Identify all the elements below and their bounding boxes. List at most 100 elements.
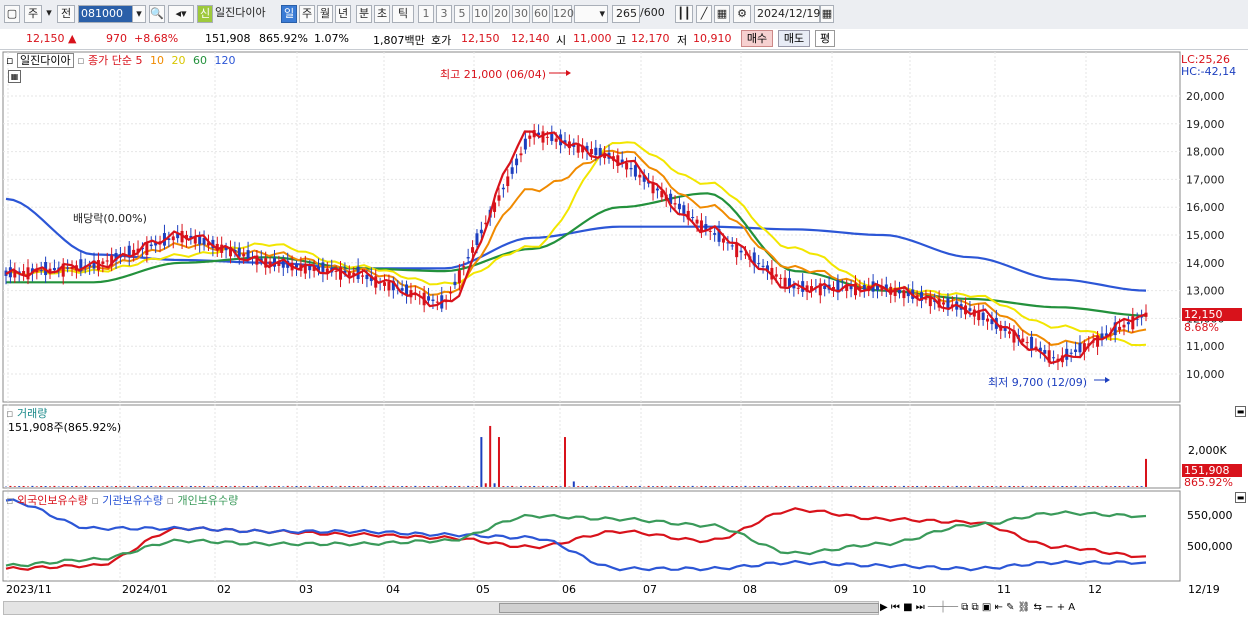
chart-area[interactable]: 20,000 19,000 18,000 17,000 16,000 15,000 14,0… <box>0 50 1248 621</box>
new-badge: 신 <box>197 5 213 23</box>
dropdown-arrow-icon[interactable]: ▾ <box>44 5 54 23</box>
interval-minute-button[interactable]: 분 <box>356 5 372 23</box>
legend-ma5: 5 <box>135 54 143 67</box>
candle-body <box>431 299 435 302</box>
candle-body <box>682 205 686 214</box>
stop-icon[interactable]: ■ <box>903 602 912 613</box>
legend-stock-name[interactable]: 일진다이아 <box>16 53 74 68</box>
zoom-slider[interactable]: ──┼── <box>928 602 958 613</box>
volume-bar <box>405 485 408 487</box>
search-icon[interactable]: 🔍 <box>149 5 165 23</box>
plus-icon[interactable]: + <box>1057 602 1065 613</box>
interval-month-button[interactable]: 월 <box>317 5 333 23</box>
chevron-down-icon[interactable]: ▾ <box>132 5 146 23</box>
close-panel-icon[interactable]: ▬ <box>1235 406 1246 417</box>
draw-line-icon[interactable]: ╱ <box>696 5 712 23</box>
calendar-icon[interactable]: ▦ <box>820 5 834 23</box>
volume-bar <box>489 425 492 487</box>
interval-year-button[interactable]: 년 <box>335 5 351 23</box>
candle-body <box>523 138 527 150</box>
x-label-03: 03 <box>299 583 313 596</box>
scrollbar-thumb[interactable] <box>499 603 879 613</box>
collapse-icon[interactable]: ▫ <box>6 54 13 67</box>
close-panel-icon[interactable]: ▬ <box>1235 492 1246 503</box>
number-button-10[interactable]: 10 <box>472 5 490 23</box>
period-type-select[interactable]: 주 <box>24 5 42 23</box>
x-label-2024-01: 2024/01 <box>122 583 168 596</box>
candle-body <box>471 247 475 253</box>
prev-button[interactable]: 전 <box>57 5 75 23</box>
candle-body <box>1096 335 1100 347</box>
x-label-12-19: 12/19 <box>1188 583 1220 596</box>
volume-bar <box>757 486 760 487</box>
rewind-icon[interactable]: ⏮ <box>891 602 900 613</box>
evaluate-button[interactable]: 평 <box>815 30 835 47</box>
horizontal-scrollbar[interactable] <box>3 601 879 615</box>
number-button-60[interactable]: 60 <box>532 5 550 23</box>
sell-button[interactable]: 매도 <box>778 30 810 47</box>
volume-bar <box>541 485 544 487</box>
volume-bar <box>379 486 382 487</box>
candle-body <box>629 168 633 170</box>
number-button-20[interactable]: 20 <box>492 5 510 23</box>
table-icon[interactable]: ▦ <box>8 70 21 83</box>
volume-bar <box>150 485 153 487</box>
volume-bar <box>674 486 677 487</box>
collapse-icon[interactable]: ▫ <box>6 494 13 507</box>
volume-bar <box>396 486 399 487</box>
volume-bar <box>242 485 245 487</box>
gear-icon[interactable]: ⚙ <box>733 5 751 23</box>
tile-icon[interactable]: ▣ <box>982 602 991 613</box>
number-button-5[interactable]: 5 <box>454 5 470 23</box>
fast-forward-icon[interactable]: ⏭ <box>916 602 925 613</box>
volume-bar <box>854 486 857 487</box>
candle-body <box>625 162 629 170</box>
compare-icon[interactable]: ⇆ <box>1034 602 1042 613</box>
chart-canvas[interactable]: 20,000 19,000 18,000 17,000 16,000 15,000 14,0… <box>0 50 1248 621</box>
price-change-pct: +8.68% <box>134 32 179 45</box>
open-label: 시 <box>556 34 567 47</box>
volume-bar <box>1105 485 1108 487</box>
volume-bar <box>66 486 69 487</box>
volume-bar <box>115 485 118 487</box>
volume-bar <box>616 485 619 487</box>
draw-icon[interactable]: ✎ <box>1006 602 1014 613</box>
volume-bar <box>299 486 302 487</box>
speaker-icon[interactable]: ◂▾ <box>168 5 194 23</box>
candle-icon[interactable]: ┃┃ <box>675 5 693 23</box>
interval-week-button[interactable]: 주 <box>299 5 315 23</box>
number-button-120[interactable]: 120 <box>552 5 574 23</box>
volume-bar <box>1012 486 1015 487</box>
volume-bar <box>687 486 690 487</box>
minus-icon[interactable]: − <box>1045 602 1053 613</box>
volume-bar <box>194 486 197 487</box>
volume-bar <box>238 486 241 487</box>
play-right-icon[interactable]: ▶ <box>880 602 888 613</box>
layout-icon[interactable]: ⧉ <box>972 602 979 613</box>
link-icon[interactable]: ⛓ <box>1018 602 1031 613</box>
date-input[interactable]: 2024/12/19 <box>754 5 820 23</box>
window-icon[interactable]: ▢ <box>4 5 20 23</box>
volume-bar <box>933 486 936 487</box>
volume-bar <box>656 486 659 487</box>
up-arrow-icon: ▲ <box>68 32 77 45</box>
pan-left-icon[interactable]: ⇤ <box>995 602 1003 613</box>
layout-icon[interactable]: ⧉ <box>961 602 968 613</box>
candle-body <box>457 270 461 284</box>
buy-button[interactable]: 매수 <box>741 30 773 47</box>
interval-day-button[interactable]: 일 <box>281 5 297 23</box>
interval-tick-button[interactable]: 틱 <box>392 5 414 23</box>
interval-second-button[interactable]: 초 <box>374 5 390 23</box>
grid-icon[interactable]: ▦ <box>714 5 730 23</box>
number-button-3[interactable]: 3 <box>436 5 452 23</box>
number-dropdown[interactable]: ▾ <box>574 5 608 23</box>
number-button-1[interactable]: 1 <box>418 5 434 23</box>
volume-bar <box>836 486 839 487</box>
volume-bar <box>572 481 575 487</box>
number-button-30[interactable]: 30 <box>512 5 530 23</box>
volume-bar <box>493 483 496 487</box>
candle-body <box>365 274 369 280</box>
font-size-icon[interactable]: A <box>1068 602 1075 613</box>
count-input[interactable]: 265 <box>612 5 640 23</box>
volume-bar <box>942 486 945 487</box>
